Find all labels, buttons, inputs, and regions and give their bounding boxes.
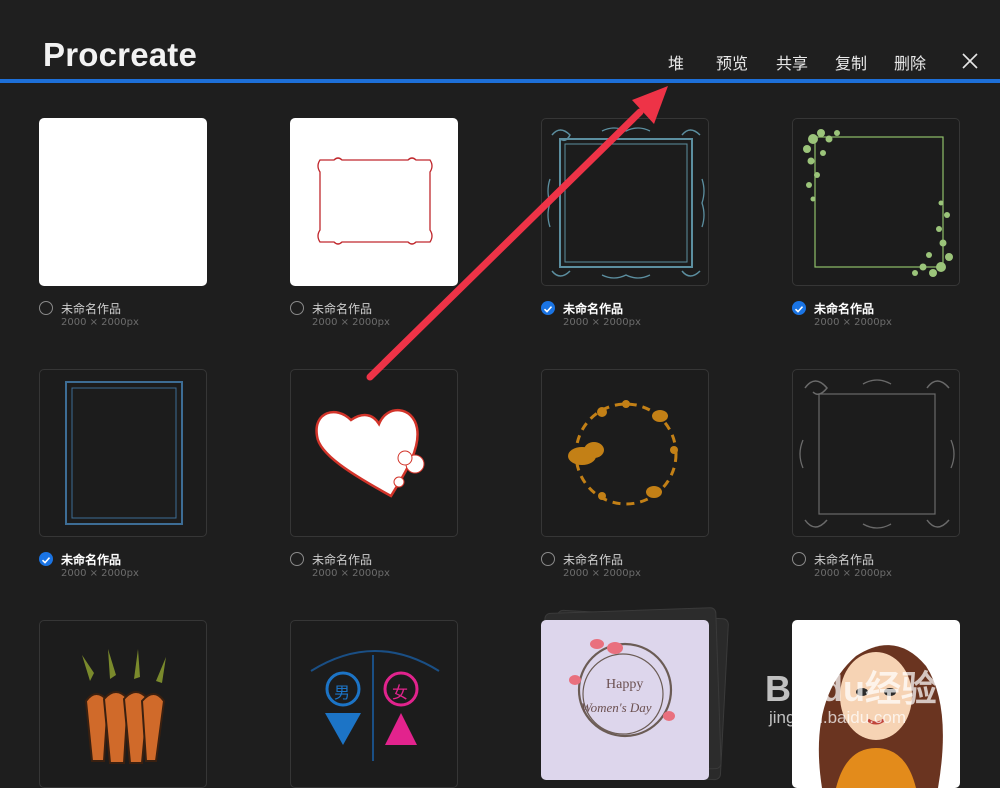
unselected-radio[interactable] xyxy=(39,301,53,315)
artwork-thumbnail[interactable] xyxy=(39,369,207,537)
checkmark-icon[interactable] xyxy=(39,552,53,566)
artwork-thumbnail[interactable] xyxy=(792,369,960,537)
artwork-stack[interactable]: Happy Women's Day xyxy=(541,607,730,781)
artwork-title[interactable]: 未命名作品 xyxy=(61,551,121,568)
checkmark-icon[interactable] xyxy=(792,301,806,315)
artwork-dimensions: 2000 × 2000px xyxy=(563,317,641,328)
close-icon[interactable] xyxy=(960,51,982,73)
artwork-dimensions: 2000 × 2000px xyxy=(814,568,892,579)
checkmark-icon[interactable] xyxy=(541,301,555,315)
heart-illustration xyxy=(315,408,425,498)
artwork-title[interactable]: 未命名作品 xyxy=(563,300,623,317)
watermark-url: jingyan.baidu.com xyxy=(769,708,907,727)
artwork-meta: 未命名作品 2000 × 2000px xyxy=(792,300,982,332)
floral-frame-illustration xyxy=(803,129,953,277)
watermark-brand: Baidu经验 xyxy=(765,668,938,709)
male-label: 男 xyxy=(334,683,351,702)
artwork-dimensions: 2000 × 2000px xyxy=(312,317,390,328)
artwork-title[interactable]: 未命名作品 xyxy=(814,551,874,568)
artwork-meta: 未命名作品 2000 × 2000px xyxy=(39,551,229,583)
ornate-frame-illustration xyxy=(547,127,705,279)
share-button[interactable]: 共享 xyxy=(776,50,808,74)
artwork-thumbnail[interactable] xyxy=(541,118,709,286)
stack-button[interactable]: 堆 xyxy=(668,50,684,74)
artwork-thumbnail[interactable] xyxy=(39,118,207,286)
wreath-illustration xyxy=(568,400,678,506)
top-bar: Procreate 堆 预览 共享 复制 删除 xyxy=(0,0,1000,80)
artwork-thumbnail[interactable] xyxy=(290,118,458,286)
unselected-radio[interactable] xyxy=(290,552,304,566)
artwork-dimensions: 2000 × 2000px xyxy=(563,568,641,579)
artwork-thumbnail[interactable] xyxy=(39,620,207,788)
artwork-meta: 未命名作品 2000 × 2000px xyxy=(290,551,480,583)
artwork-title[interactable]: 未命名作品 xyxy=(61,300,121,317)
restroom-sign-illustration xyxy=(310,650,440,761)
artwork-thumbnail[interactable] xyxy=(290,369,458,537)
artwork-meta: 未命名作品 2000 × 2000px xyxy=(541,551,731,583)
artwork-meta: 未命名作品 2000 × 2000px xyxy=(290,300,480,332)
happy-text: Happy xyxy=(606,677,644,692)
stack-front-card: Happy Women's Day xyxy=(541,620,709,780)
artwork-thumbnail[interactable] xyxy=(541,369,709,537)
artwork-title[interactable]: 未命名作品 xyxy=(563,551,623,568)
carrots-illustration xyxy=(82,649,166,764)
female-label: 女 xyxy=(392,683,409,702)
artwork-title[interactable]: 未命名作品 xyxy=(312,551,372,568)
preview-button[interactable]: 预览 xyxy=(716,50,748,74)
baidu-watermark: Baidu经验 jingyan.baidu.com xyxy=(765,660,1000,750)
womens-day-text: Women's Day xyxy=(581,700,652,715)
selection-toolbar: 堆 预览 共享 复制 删除 xyxy=(0,50,1000,76)
grey-ornament-frame-illustration xyxy=(799,379,955,529)
selection-mode-indicator xyxy=(0,79,1000,83)
artwork-dimensions: 2000 × 2000px xyxy=(814,317,892,328)
artwork-dimensions: 2000 × 2000px xyxy=(312,568,390,579)
artwork-dimensions: 2000 × 2000px xyxy=(61,317,139,328)
unselected-radio[interactable] xyxy=(792,552,806,566)
unselected-radio[interactable] xyxy=(541,552,555,566)
artwork-thumbnail[interactable] xyxy=(792,118,960,286)
artwork-title[interactable]: 未命名作品 xyxy=(312,300,372,317)
label-frame-illustration xyxy=(317,157,433,245)
artwork-meta: 未命名作品 2000 × 2000px xyxy=(792,551,982,583)
artwork-meta: 未命名作品 2000 × 2000px xyxy=(39,300,229,332)
unselected-radio[interactable] xyxy=(290,301,304,315)
artwork-dimensions: 2000 × 2000px xyxy=(61,568,139,579)
artwork-title[interactable]: 未命名作品 xyxy=(814,300,874,317)
duplicate-button[interactable]: 复制 xyxy=(835,50,867,74)
blue-frame-illustration xyxy=(65,381,183,525)
delete-button[interactable]: 删除 xyxy=(894,50,926,74)
artwork-meta: 未命名作品 2000 × 2000px xyxy=(541,300,731,332)
artwork-thumbnail[interactable]: 男 女 xyxy=(290,620,458,788)
